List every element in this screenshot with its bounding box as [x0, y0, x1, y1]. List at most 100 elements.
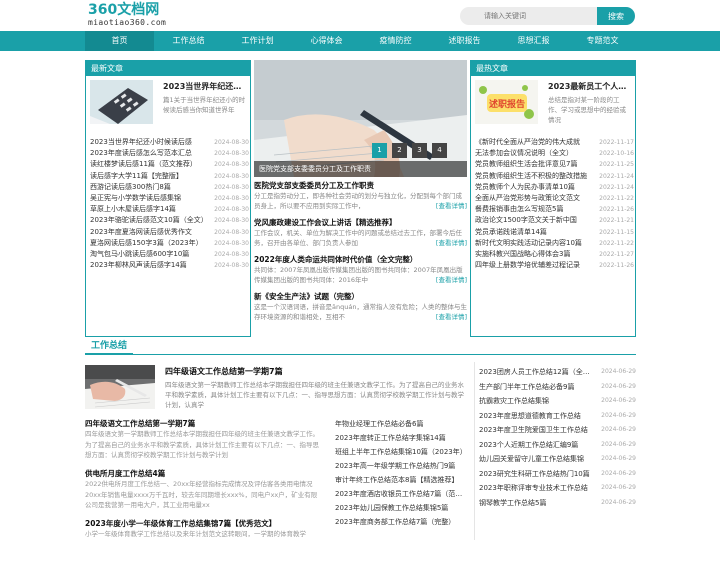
list-item[interactable]: 全面从严治党形势与政策论文范文 2022-11-22 [475, 193, 634, 204]
list-item[interactable]: 2023年骆驼读后感范文10篇（全文） 2024-08-30 [90, 215, 249, 226]
work-article-title[interactable]: 四年级语文工作总结第一学期7篇 [85, 418, 320, 429]
list-item[interactable]: 草原上小木屋读后感字14篇 2024-08-30 [90, 204, 249, 215]
slider-caption[interactable]: 医院党支部支委委员分工及工作职责 [254, 161, 467, 177]
list-item-title[interactable]: 餐费报销事由怎么写规范5篇 [475, 204, 597, 215]
list-item[interactable]: 生产部门半年工作总结必备9篇 2024-06-29 [479, 380, 636, 395]
list-item-title[interactable]: 读红楼梦读后感11篇（范文推荐） [90, 159, 212, 170]
nav-item[interactable]: 专题范文 [568, 31, 637, 51]
list-item-title[interactable]: 2023年柳林风声读后感字14篇 [90, 260, 212, 271]
list-item[interactable]: 2023当世界年纪还小时候读后感 2024-08-30 [90, 137, 249, 148]
list-item-title[interactable]: 年物业经理工作总结必备6篇 [335, 417, 468, 431]
list-item[interactable]: 2023研究生科研工作总结热门10篇 2024-06-29 [479, 467, 636, 482]
list-item[interactable]: 2023年柳林风声读后感字14篇 2024-08-30 [90, 260, 249, 271]
list-item-title[interactable]: 读后感字大学11篇【完整版】 [90, 171, 212, 182]
list-item[interactable]: 2023年度酒店收银员工作总结7篇（范文推荐） [335, 487, 468, 501]
list-item[interactable]: 2023年度卫生院爱国卫生工作总结 2024-06-29 [479, 423, 636, 438]
list-item[interactable]: 2023年度读后感怎么写范本汇总 2024-08-30 [90, 148, 249, 159]
list-item[interactable]: 实施科教兴国战略心得体会3篇 2022-11-27 [475, 249, 634, 260]
list-item-title[interactable]: 审计年终工作总结范本8篇【精选推荐】 [335, 473, 468, 487]
list-item[interactable]: 政治论文1500字范文关于新中国 2022-11-21 [475, 215, 634, 226]
image-slider[interactable]: 1234 医院党支部支委委员分工及工作职责 [254, 60, 467, 177]
list-item-title[interactable]: 无法参加会议情况说明（全文） [475, 148, 597, 159]
list-item[interactable]: 审计年终工作总结范本8篇【精选推荐】 [335, 473, 468, 487]
work-article-title[interactable]: 2023年度小学一年级体育工作总结集锦7篇【优秀范文】 [85, 518, 320, 529]
list-item-title[interactable]: 党员教师个人为民办事清单10篇 [475, 182, 597, 193]
list-item-title[interactable]: 2023年度思想道德教育工作总结 [479, 409, 593, 424]
list-item[interactable]: 班组上半年工作总结集锦10篇（2023年） [335, 445, 468, 459]
list-item[interactable]: 餐费报销事由怎么写规范5篇 2022-11-26 [475, 204, 634, 215]
list-item[interactable]: 钢琴教学工作总结5篇 2024-06-29 [479, 496, 636, 511]
nav-item[interactable]: 工作计划 [223, 31, 292, 51]
nav-item[interactable]: 疫情防控 [361, 31, 430, 51]
list-item-title[interactable]: 2023个人近期工作总结汇编9篇 [479, 438, 593, 453]
slider-page-button[interactable]: 2 [392, 143, 407, 158]
list-item[interactable]: 读红楼梦读后感11篇（范文推荐） 2024-08-30 [90, 159, 249, 170]
list-item-title[interactable]: 2023年高一年级学期工作总结热门9篇 [335, 459, 468, 473]
list-item[interactable]: 党员教师个人为民办事清单10篇 2022-11-24 [475, 182, 634, 193]
more-link[interactable]: [查看详情] [433, 312, 467, 322]
list-item-title[interactable]: 吴正宪与小学数学读后感集锦 [90, 193, 212, 204]
list-item[interactable]: 吴正宪与小学数学读后感集锦 2024-08-30 [90, 193, 249, 204]
search-button[interactable]: 搜索 [597, 7, 635, 25]
list-item[interactable]: 2023年幼儿园保教工作总结集锦5篇 [335, 501, 468, 515]
list-item-title[interactable]: 2023当世界年纪还小时候读后感 [90, 137, 212, 148]
more-link[interactable]: [查看详情] [433, 238, 467, 248]
list-item-title[interactable]: 党员教师组织生活不积极的整改措施 [475, 171, 597, 182]
nav-item[interactable]: 首页 [85, 31, 154, 51]
news-headline[interactable]: 2022年度人类命运共同体时代价值（全文完整） [254, 254, 467, 265]
list-item-title[interactable]: 党员教师组织生活会批评意见7篇 [475, 159, 597, 170]
list-item-title[interactable]: 2023年度卫生院爱国卫生工作总结 [479, 423, 593, 438]
list-item[interactable]: 抗霸救灾工作总结集锦 2024-06-29 [479, 394, 636, 409]
list-item-title[interactable]: 《新时代全面从严治党的伟大成就 [475, 137, 597, 148]
nav-item[interactable]: 述职报告 [430, 31, 499, 51]
list-item[interactable]: 夏洛网读后感150字3篇（2023年） 2024-08-30 [90, 238, 249, 249]
news-headline[interactable]: 新《安全生产法》试题（完整） [254, 291, 467, 302]
list-item-title[interactable]: 2023年幼儿园保教工作总结集锦5篇 [335, 501, 468, 515]
list-item-title[interactable]: 2023研究生科研工作总结热门10篇 [479, 467, 593, 482]
list-item-title[interactable]: 政治论文1500字范文关于新中国 [475, 215, 597, 226]
hot-featured[interactable]: 述职报告 2023最新员工个人年度述 总结是指对某一阶段的工作、学习或思想中的经… [475, 80, 632, 134]
work-summary-title[interactable]: 工作总结 [85, 339, 134, 355]
list-item[interactable]: 四年级上册数学培优辅差过程记录 2022-11-26 [475, 260, 634, 271]
slider-page-button[interactable]: 4 [432, 143, 447, 158]
site-logo[interactable]: 360文档网 miaotiao360.com [88, 3, 178, 29]
more-link[interactable]: [查看详情] [433, 201, 467, 211]
list-item-title[interactable]: 夏洛网读后感150字3篇（2023年） [90, 238, 212, 249]
nav-item[interactable]: 思想汇报 [499, 31, 568, 51]
list-item[interactable]: 2023年度转正工作总结字集锦14篇 [335, 431, 468, 445]
list-item[interactable]: 幼儿园关爱留守儿童工作总结集锦 2024-06-29 [479, 452, 636, 467]
news-headline[interactable]: 医院党支部支委委员分工及工作职责 [254, 180, 467, 191]
list-item[interactable]: 西游记读后感300热门8篇 2024-08-30 [90, 182, 249, 193]
work-featured[interactable]: 四年级语文工作总结第一学期7篇 四年级语文第一学期教师工作总结本学期我担任四年级… [85, 365, 469, 413]
list-item-title[interactable]: 2023年职称评审专业技术工作总结 [479, 481, 593, 496]
list-item-title[interactable]: 全面从严治党形势与政策论文范文 [475, 193, 597, 204]
list-item-title[interactable]: 实施科教兴国战略心得体会3篇 [475, 249, 597, 260]
list-item-title[interactable]: 抗霸救灾工作总结集锦 [479, 394, 593, 409]
list-item[interactable]: 2023年度商务部工作总结7篇（完整） [335, 515, 468, 529]
list-item-title[interactable]: 2023年度读后感怎么写范本汇总 [90, 148, 212, 159]
nav-item[interactable]: 心得体会 [292, 31, 361, 51]
nav-item[interactable]: 工作总结 [154, 31, 223, 51]
list-item[interactable]: 年物业经理工作总结必备6篇 [335, 417, 468, 431]
list-item-title[interactable]: 2023年骆驼读后感范文10篇（全文） [90, 215, 212, 226]
list-item[interactable]: 2023年度夏洛网读后感优秀作文 2024-08-30 [90, 227, 249, 238]
list-item[interactable]: 2023年度思想道德教育工作总结 2024-06-29 [479, 409, 636, 424]
list-item[interactable]: 新时代文明实践活动记录内容10篇 2022-11-22 [475, 238, 634, 249]
slider-page-button[interactable]: 3 [412, 143, 427, 158]
list-item[interactable]: 淘气包马小跳读后感600字10篇 2024-08-30 [90, 249, 249, 260]
latest-featured[interactable]: 2023当世界年纪还小时候 篇1关于当世界年纪还小的时候读后感当你知道世界年 [90, 80, 247, 134]
list-item[interactable]: 党员承诺践诺清单14篇 2022-11-15 [475, 227, 634, 238]
list-item[interactable]: 党员教师组织生活不积极的整改措施 2022-11-24 [475, 171, 634, 182]
list-item-title[interactable]: 2023年度转正工作总结字集锦14篇 [335, 431, 468, 445]
list-item-title[interactable]: 四年级上册数学培优辅差过程记录 [475, 260, 597, 271]
list-item-title[interactable]: 党员承诺践诺清单14篇 [475, 227, 597, 238]
work-article-title[interactable]: 供电所月度工作总结4篇 [85, 468, 320, 479]
slider-page-button[interactable]: 1 [372, 143, 387, 158]
list-item-title[interactable]: 2023年度酒店收银员工作总结7篇（范文推荐） [335, 487, 468, 501]
list-item[interactable]: 读后感字大学11篇【完整版】 2024-08-30 [90, 171, 249, 182]
list-item-title[interactable]: 西游记读后感300热门8篇 [90, 182, 212, 193]
list-item-title[interactable]: 2023年度商务部工作总结7篇（完整） [335, 515, 468, 529]
list-item-title[interactable]: 2023团房人员工作总结12篇（全文） [479, 365, 593, 380]
list-item-title[interactable]: 班组上半年工作总结集锦10篇（2023年） [335, 445, 468, 459]
list-item-title[interactable]: 草原上小木屋读后感字14篇 [90, 204, 212, 215]
